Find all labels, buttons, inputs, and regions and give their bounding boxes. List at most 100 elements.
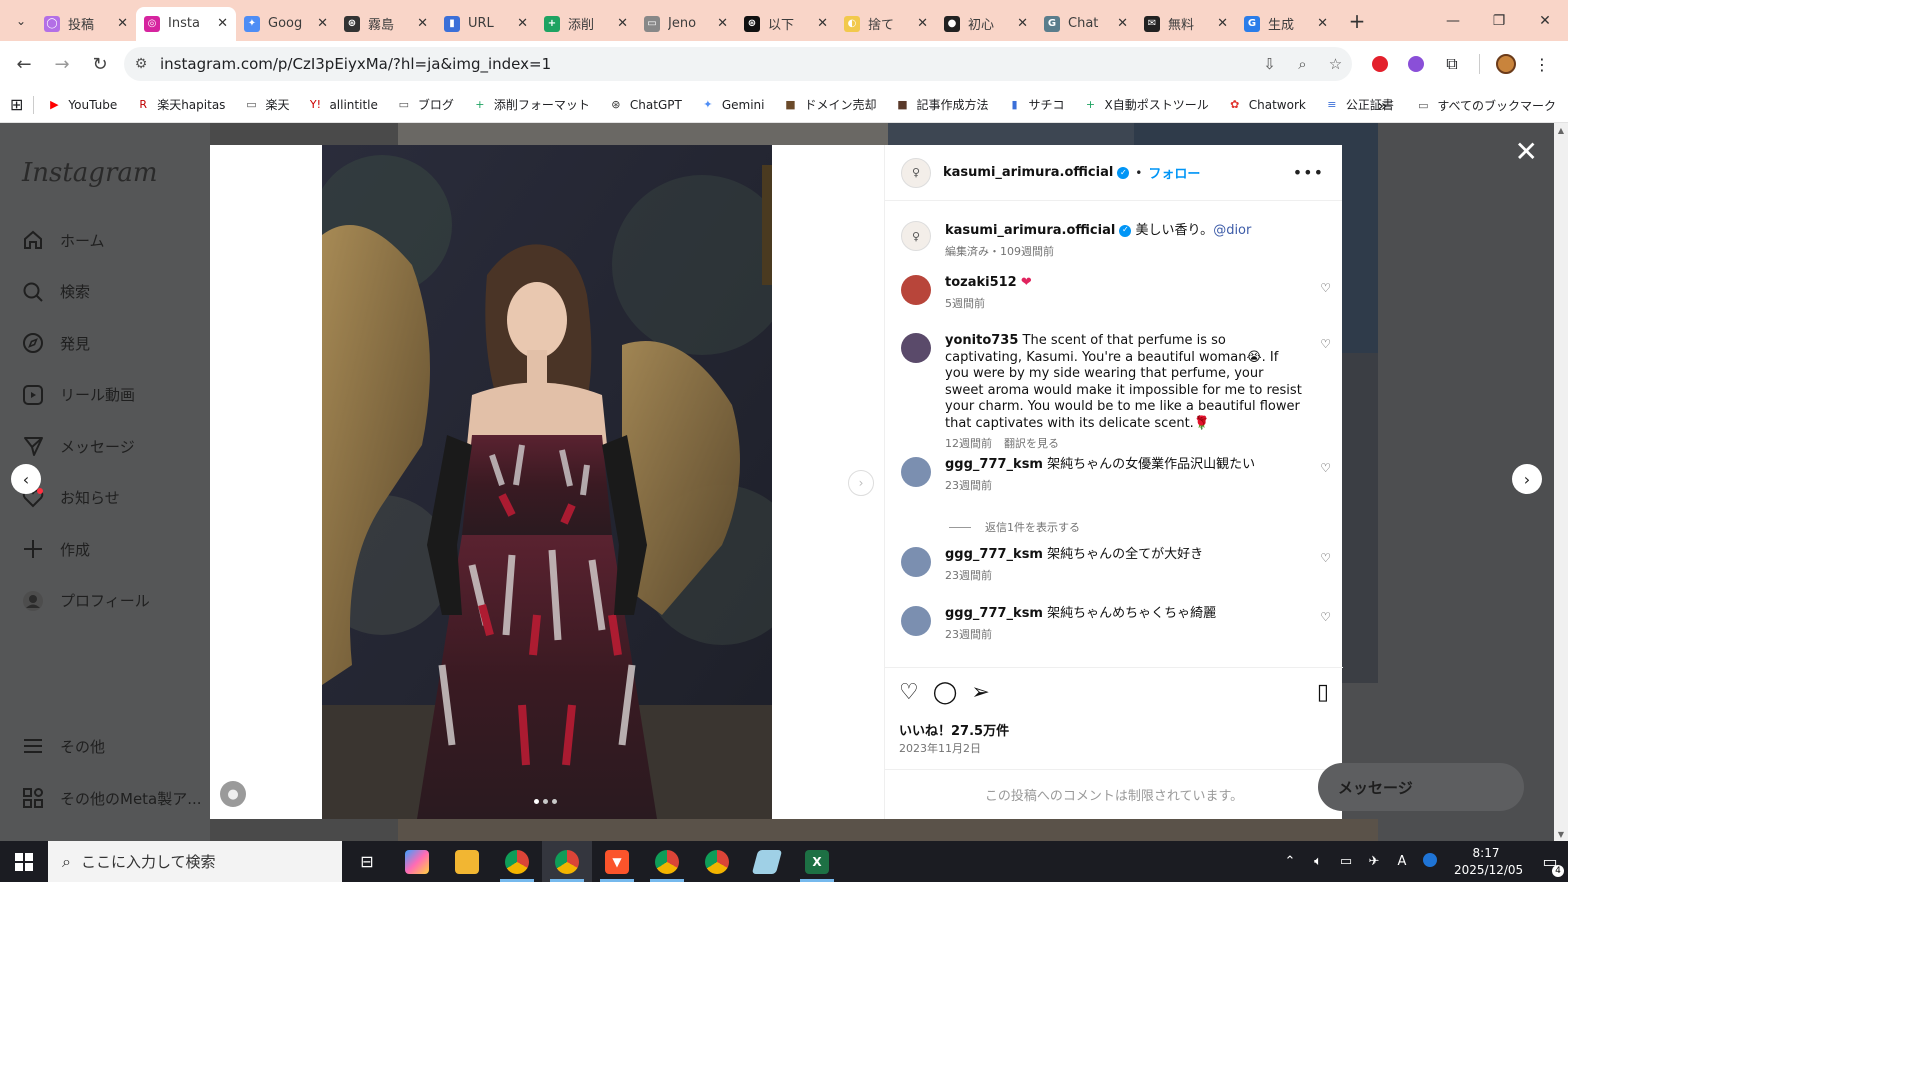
- tab-close-icon[interactable]: ✕: [517, 16, 528, 31]
- comment-like-icon[interactable]: ♡: [1320, 610, 1331, 624]
- bookmark-item[interactable]: ▭ ブログ: [396, 96, 454, 113]
- translate-link[interactable]: 翻訳を見る: [1004, 437, 1059, 450]
- nav-meta[interactable]: その他のMeta製ア...: [20, 785, 202, 811]
- save-bookmark-icon[interactable]: ▯: [1317, 680, 1329, 705]
- address-bar[interactable]: ⚙ instagram.com/p/CzI3pEiyxMa/?hl=ja&img…: [124, 47, 1352, 81]
- browser-tab[interactable]: + 添削 ✕: [536, 7, 636, 41]
- tab-close-icon[interactable]: ✕: [1317, 16, 1328, 31]
- next-image-icon[interactable]: ›: [848, 470, 874, 496]
- comment-time[interactable]: 5週間前: [945, 297, 985, 310]
- tab-close-icon[interactable]: ✕: [1017, 16, 1028, 31]
- back-icon[interactable]: ←: [6, 46, 42, 82]
- chrome-profile-icon[interactable]: [642, 841, 692, 882]
- new-tab-button[interactable]: +: [1342, 6, 1372, 36]
- commenter-avatar[interactable]: [901, 333, 931, 363]
- share-icon[interactable]: ➢: [971, 680, 989, 705]
- tab-close-icon[interactable]: ✕: [617, 16, 628, 31]
- bookmark-item[interactable]: ▭ 楽天: [243, 96, 289, 113]
- follow-button[interactable]: フォロー: [1148, 163, 1200, 182]
- caption-username[interactable]: kasumi_arimura.official: [945, 223, 1115, 238]
- commenter-avatar[interactable]: [901, 547, 931, 577]
- apps-grid-icon[interactable]: ⊞: [10, 95, 23, 114]
- commenter-avatar[interactable]: [901, 606, 931, 636]
- forward-icon[interactable]: →: [44, 46, 80, 82]
- nav-item[interactable]: 検索: [20, 279, 90, 305]
- tray-expand-icon[interactable]: ⌃: [1278, 854, 1302, 869]
- commenter-avatar[interactable]: [901, 457, 931, 487]
- nav-item[interactable]: ホーム: [20, 227, 105, 253]
- all-bookmarks-folder[interactable]: ▭ すべてのブックマーク: [1415, 97, 1556, 114]
- more-options-icon[interactable]: •••: [1293, 163, 1324, 182]
- tab-close-icon[interactable]: ✕: [1217, 16, 1228, 31]
- tab-close-icon[interactable]: ✕: [817, 16, 828, 31]
- url-text[interactable]: instagram.com/p/CzI3pEiyxMa/?hl=ja&img_i…: [160, 55, 1253, 73]
- close-modal-icon[interactable]: ✕: [1515, 135, 1538, 168]
- bookmark-item[interactable]: ⊛ ChatGPT: [608, 97, 682, 113]
- network-icon[interactable]: ✈: [1362, 854, 1386, 869]
- browser-tab[interactable]: ▭ Jeno ✕: [636, 7, 736, 41]
- tab-close-icon[interactable]: ✕: [217, 16, 228, 31]
- comment-icon[interactable]: ◯: [933, 680, 958, 705]
- reload-icon[interactable]: ↻: [82, 46, 118, 82]
- excel-icon[interactable]: X: [792, 841, 842, 882]
- profile-avatar-icon[interactable]: [1488, 47, 1524, 81]
- tab-close-icon[interactable]: ✕: [917, 16, 928, 31]
- view-replies-button[interactable]: 返信1件を表示する: [949, 519, 1080, 535]
- copilot-icon[interactable]: [392, 841, 442, 882]
- browser-tab[interactable]: ▮ URL ✕: [436, 7, 536, 41]
- bookmark-item[interactable]: ✦ Gemini: [700, 97, 764, 113]
- taskbar-clock[interactable]: 8:17 2025/12/05: [1454, 845, 1523, 879]
- comment-time[interactable]: 23週間前: [945, 628, 992, 641]
- post-photo[interactable]: [322, 145, 772, 819]
- bookmark-item[interactable]: ▶ YouTube: [46, 97, 117, 113]
- instagram-logo[interactable]: Instagram: [22, 158, 158, 188]
- commenter-username[interactable]: tozaki512: [945, 275, 1017, 290]
- extension-purple-icon[interactable]: [1398, 47, 1434, 81]
- bookmark-star-icon[interactable]: ☆: [1319, 55, 1352, 73]
- comment-like-icon[interactable]: ♡: [1320, 281, 1331, 295]
- like-heart-icon[interactable]: ♡: [899, 680, 919, 705]
- bookmark-item[interactable]: Y! allintitle: [307, 97, 378, 113]
- comment-time[interactable]: 23週間前: [945, 479, 992, 492]
- site-info-icon[interactable]: ⚙: [124, 56, 158, 72]
- previous-post-icon[interactable]: ‹: [11, 464, 41, 494]
- notes-app-icon[interactable]: [742, 841, 792, 882]
- comment-time[interactable]: 23週間前: [945, 569, 992, 582]
- author-avatar[interactable]: ♀: [901, 221, 931, 251]
- browser-tab[interactable]: ⊛ 以下 ✕: [736, 7, 836, 41]
- comment-time[interactable]: 12週間前: [945, 437, 992, 450]
- browser-tab[interactable]: ✉ 無料 ✕: [1136, 7, 1236, 41]
- minimize-icon[interactable]: —: [1430, 0, 1476, 41]
- browser-tab[interactable]: ● 初心 ✕: [936, 7, 1036, 41]
- brave-icon[interactable]: ▼: [592, 841, 642, 882]
- browser-tab[interactable]: G 生成 ✕: [1236, 7, 1336, 41]
- nav-more[interactable]: その他: [20, 733, 105, 759]
- commenter-username[interactable]: ggg_777_ksm: [945, 606, 1043, 621]
- bookmark-item[interactable]: ▮ サチコ: [1007, 96, 1064, 113]
- bookmark-item[interactable]: ✿ Chatwork: [1227, 97, 1306, 113]
- author-username[interactable]: kasumi_arimura.official: [943, 165, 1113, 180]
- chrome-icon[interactable]: [492, 841, 542, 882]
- tagged-users-icon[interactable]: ●: [220, 781, 246, 807]
- commenter-username[interactable]: ggg_777_ksm: [945, 457, 1043, 472]
- browser-tab[interactable]: ⊛ 霧島 ✕: [336, 7, 436, 41]
- tab-close-icon[interactable]: ✕: [717, 16, 728, 31]
- commenter-username[interactable]: ggg_777_ksm: [945, 547, 1043, 562]
- extensions-puzzle-icon[interactable]: ⧉: [1434, 47, 1470, 81]
- comment-like-icon[interactable]: ♡: [1320, 551, 1331, 565]
- tab-search-chevron-icon[interactable]: ⌄: [6, 6, 36, 36]
- chrome-menu-icon[interactable]: ⋮: [1524, 47, 1560, 81]
- zoom-icon[interactable]: ⌕: [1286, 55, 1319, 73]
- nav-item[interactable]: リール動画: [20, 382, 135, 408]
- comment-like-icon[interactable]: ♡: [1320, 337, 1331, 351]
- browser-tab[interactable]: ◐ 捨て ✕: [836, 7, 936, 41]
- nav-item[interactable]: メッセージ: [20, 433, 135, 459]
- tab-close-icon[interactable]: ✕: [1117, 16, 1128, 31]
- restore-icon[interactable]: ❐: [1476, 0, 1522, 41]
- browser-tab[interactable]: G Chat ✕: [1036, 7, 1136, 41]
- bookmark-item[interactable]: + X自動ポストツール: [1083, 96, 1209, 113]
- browser-tab[interactable]: ✦ Goog ✕: [236, 7, 336, 41]
- volume-icon[interactable]: 🔈︎: [1306, 854, 1330, 869]
- onedrive-icon[interactable]: [1418, 852, 1442, 871]
- battery-icon[interactable]: ▭: [1334, 854, 1358, 869]
